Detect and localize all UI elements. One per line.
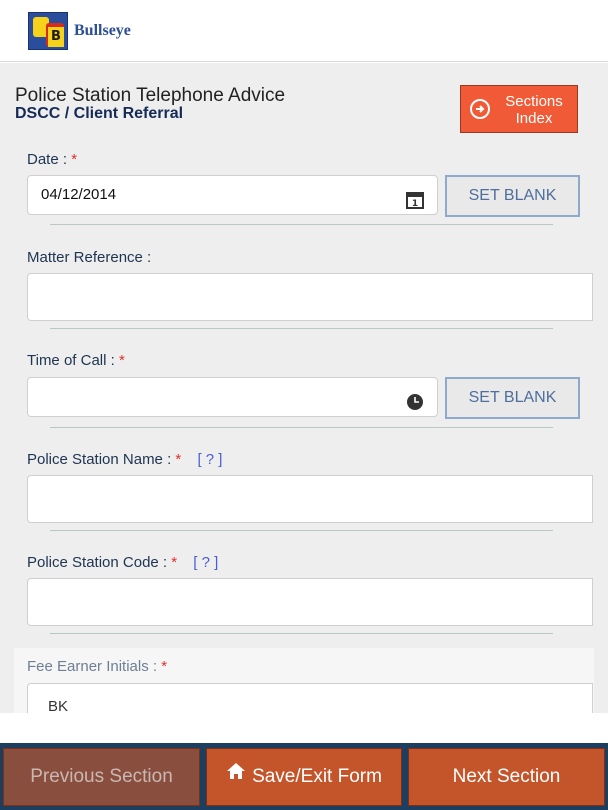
svg-text:1: 1 [412,199,418,209]
footer-bar: Previous Section Save/Exit Form Next Sec… [0,743,608,810]
time-of-call-input[interactable] [27,377,438,417]
police-station-name-input[interactable] [27,475,593,523]
matter-reference-input[interactable] [27,273,593,321]
matter-reference-label: Matter Reference : [27,249,152,266]
app-name: Bullseye [74,22,131,39]
app-header: B Bullseye [0,0,608,62]
fee-earner-initials-label: Fee Earner Initials : * [27,658,168,675]
circle-arrow-right-icon [470,99,490,119]
divider [50,427,553,428]
fee-earner-initials-input[interactable]: BK [27,683,593,713]
form-subtitle: DSCC / Client Referral [15,105,184,122]
police-station-code-input[interactable] [27,578,593,626]
save-exit-label: Save/Exit Form [252,766,382,787]
next-section-button[interactable]: Next Section [408,748,605,806]
sections-index-button[interactable]: Sections Index [460,85,578,133]
divider [50,224,553,225]
sections-index-label: Sections Index [505,93,563,127]
divider [50,633,553,634]
police-station-name-label: Police Station Name : * [ ? ] [27,451,223,468]
date-input[interactable]: 04/12/2014 1 [27,175,438,215]
police-station-code-help-link[interactable]: [ ? ] [193,554,218,571]
date-value: 04/12/2014 [41,186,117,203]
form-content[interactable]: Police Station Telephone Advice DSCC / C… [0,63,608,713]
divider [50,328,553,329]
save-exit-button[interactable]: Save/Exit Form [206,748,402,806]
time-of-call-label: Time of Call : * [27,352,125,369]
police-station-code-label: Police Station Code : * [ ? ] [27,554,219,571]
time-set-blank-button[interactable]: SET BLANK [445,377,580,419]
bullseye-logo-icon: B [28,12,68,50]
date-label: Date : * [27,151,78,168]
home-icon [226,747,246,803]
date-set-blank-button[interactable]: SET BLANK [445,175,580,217]
divider [50,530,553,531]
calendar-icon[interactable]: 1 [406,186,424,209]
previous-section-button[interactable]: Previous Section [3,748,200,806]
form-title: Police Station Telephone Advice [15,85,286,106]
police-station-name-help-link[interactable]: [ ? ] [197,451,222,468]
footer-spacer [0,713,608,743]
clock-icon[interactable] [406,388,424,410]
